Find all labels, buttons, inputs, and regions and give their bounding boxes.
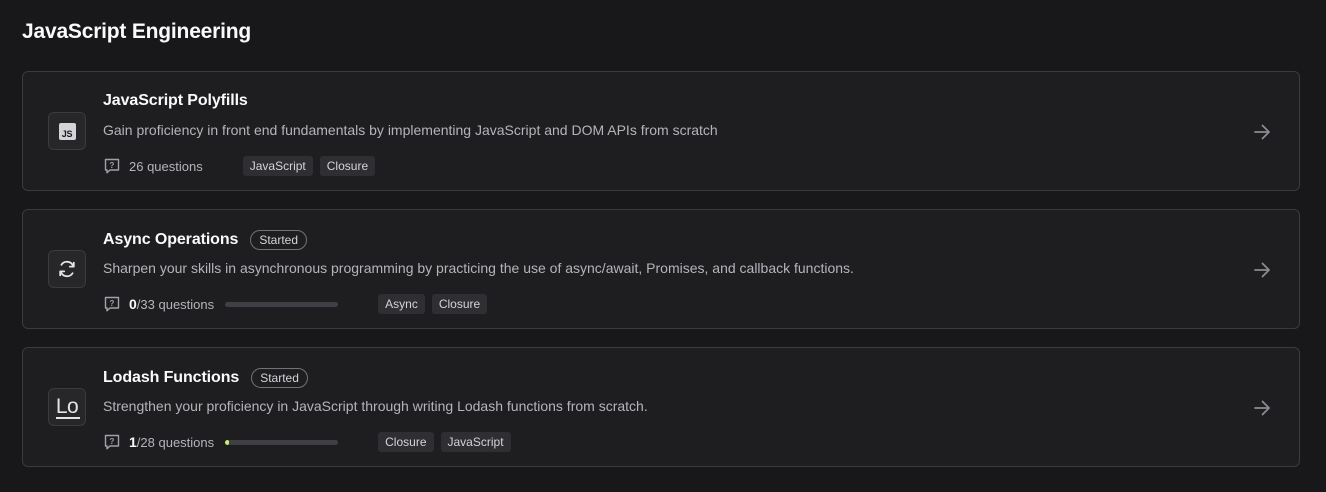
progress-fill [225,439,230,445]
svg-text:?: ? [110,437,115,446]
status-badge: Started [251,368,308,388]
card-javascript-polyfills[interactable]: JS JavaScript Polyfills Gain proficiency… [22,71,1300,191]
card-description: Gain proficiency in front end fundamenta… [103,122,718,138]
card-description: Strengthen your proficiency in JavaScrip… [103,398,648,414]
question-icon: ? [103,157,121,175]
card-title-row: JavaScript Polyfills [103,92,248,110]
question-icon: ? [103,295,121,313]
card-lodash-functions[interactable]: Lo Lodash Functions Started Strengthen y… [22,347,1300,467]
async-refresh-icon [48,250,86,288]
total-questions: /28 questions [136,435,215,450]
svg-text:?: ? [110,299,115,308]
card-description: Sharpen your skills in asynchronous prog… [103,260,854,276]
arrow-right-icon[interactable] [1251,259,1273,281]
lodash-logo-underline [56,417,80,419]
tag[interactable]: Closure [319,156,376,176]
card-title[interactable]: Lodash Functions [103,369,239,387]
question-count: 26 questions [129,158,203,174]
completed-count: 1 [129,434,137,450]
tag[interactable]: JavaScript [242,156,313,176]
completed-count: 0 [129,296,137,312]
card-title[interactable]: JavaScript Polyfills [103,92,248,110]
progress-bar [225,439,339,445]
status-badge: Started [250,230,308,250]
card-meta: ? 1/28 questions Closure JavaScript [103,431,511,453]
lodash-logo-icon: Lo [48,388,86,426]
arrow-right-icon[interactable] [1251,121,1273,143]
card-meta: ? 26 questions JavaScript Closure [103,155,376,177]
js-logo-icon: JS [48,112,86,150]
section-title: JavaScript Engineering [22,20,252,43]
progress-bar [225,301,339,307]
js-logo-text: JS [58,122,76,140]
tag-list: JavaScript Closure [242,156,376,176]
tag-list: Async Closure [378,294,488,314]
question-progress-text: 1/28 questions [129,434,214,450]
lodash-logo-text: Lo [55,394,79,418]
tag[interactable]: Closure [431,294,488,314]
card-title[interactable]: Async Operations [103,231,238,249]
tag[interactable]: Closure [378,432,434,452]
card-async-operations[interactable]: Async Operations Started Sharpen your sk… [22,209,1300,329]
card-meta: ? 0/33 questions Async Closure [103,293,488,315]
arrow-right-icon[interactable] [1251,397,1273,419]
total-questions: /33 questions [136,297,215,312]
question-icon: ? [103,433,121,451]
svg-text:?: ? [110,161,115,170]
card-title-row: Lodash Functions Started [103,368,308,388]
card-title-row: Async Operations Started [103,230,308,250]
question-progress-text: 0/33 questions [129,296,214,312]
tag[interactable]: JavaScript [440,432,511,452]
tag-list: Closure JavaScript [378,432,511,452]
tag[interactable]: Async [378,294,425,314]
page: JavaScript Engineering JS JavaScript Pol… [0,0,1326,492]
